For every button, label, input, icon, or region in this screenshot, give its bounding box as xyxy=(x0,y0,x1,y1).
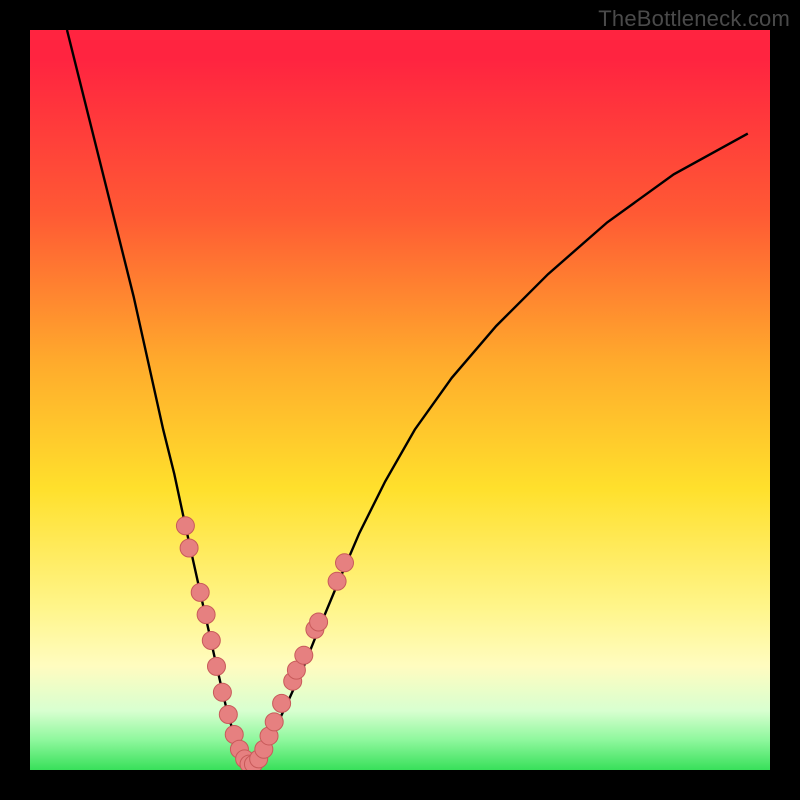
sample-dot xyxy=(191,583,209,601)
sample-dot xyxy=(197,606,215,624)
right-branch-path xyxy=(252,134,748,770)
sample-dot xyxy=(336,554,354,572)
sample-dots xyxy=(176,517,353,770)
chart-stage: TheBottleneck.com xyxy=(0,0,800,800)
watermark-text: TheBottleneck.com xyxy=(598,6,790,32)
sample-dot xyxy=(310,613,328,631)
left-branch-path xyxy=(67,30,252,770)
sample-dot xyxy=(219,706,237,724)
sample-dot xyxy=(180,539,198,557)
sample-dot xyxy=(273,694,291,712)
sample-dot xyxy=(328,572,346,590)
sample-dot xyxy=(202,632,220,650)
sample-dot xyxy=(295,646,313,664)
sample-dot xyxy=(213,683,231,701)
sample-dot xyxy=(265,713,283,731)
sample-dot xyxy=(207,657,225,675)
chart-svg xyxy=(30,30,770,770)
sample-dot xyxy=(176,517,194,535)
plot-area xyxy=(30,30,770,770)
